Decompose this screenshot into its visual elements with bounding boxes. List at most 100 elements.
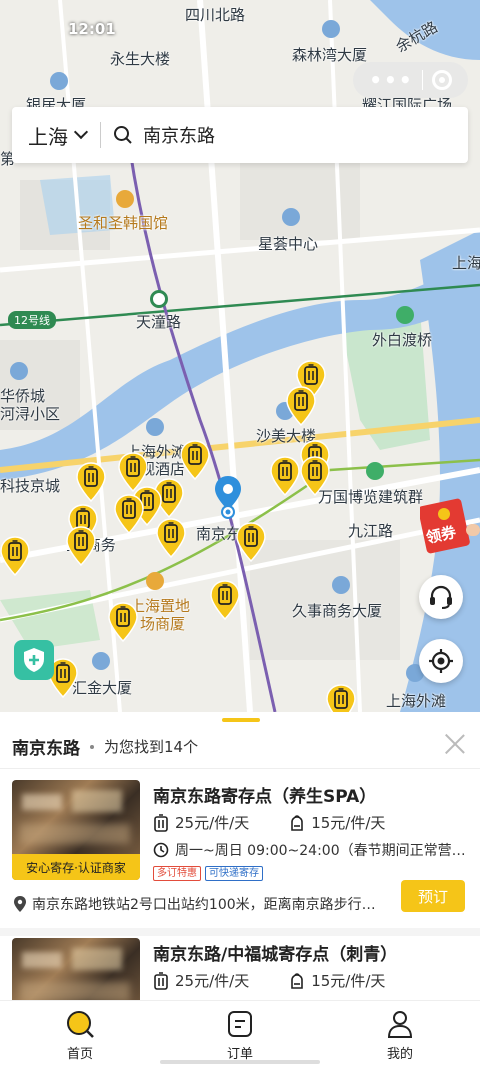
poi-icon (10, 362, 28, 380)
map-view[interactable]: 四川北路 永生大楼 森林湾大厦 余杭路 银居大厦 耀江国际广场 第 圣和圣韩国馆… (0, 0, 480, 712)
storage-pin-icon[interactable] (76, 462, 106, 502)
storage-pin-icon[interactable] (286, 386, 316, 426)
poi-icon (322, 20, 340, 38)
map-label: 圣和圣韩国馆 (78, 214, 169, 232)
chevron-down-icon (73, 124, 89, 140)
storage-pin-icon[interactable] (326, 684, 356, 712)
storage-address: 南京东路地铁站2号口出站约100米，距离南京路步行… (32, 897, 376, 913)
results-sheet[interactable]: 南京东路 为您找到14个 安心寄存·认证商家 南京东路寄存点（养生SPA） 25… (0, 712, 480, 1002)
location-marker-icon (213, 474, 243, 520)
map-label: 外白渡桥 (372, 331, 433, 349)
tab-orders[interactable]: 订单 (160, 1001, 320, 1066)
metro-station-icon (150, 290, 168, 308)
storage-pin-icon[interactable] (108, 602, 138, 642)
results-count: 为您找到14个 (104, 738, 199, 756)
close-icon[interactable] (444, 732, 466, 754)
locate-button[interactable] (419, 639, 463, 683)
backpack-icon (291, 814, 304, 831)
storage-title: 南京东路/中福城寄存点（刺青） (153, 945, 398, 965)
customer-service-button[interactable] (419, 575, 463, 619)
map-label: 南京东 (196, 525, 242, 543)
poi-icon (396, 306, 414, 324)
clock-icon (153, 842, 169, 858)
large-bag-price: 25元/件/天 (175, 814, 250, 832)
storage-thumbnail (12, 938, 140, 1002)
suitcase-icon (154, 971, 168, 990)
opening-hours: 周一~周日 09:00~24:00（春节期间正常营… (175, 843, 466, 859)
map-label: 科技京城 (0, 477, 61, 495)
tab-label: 我的 (386, 1047, 413, 1062)
map-label: 星荟中心 (258, 235, 319, 253)
storage-pin-icon[interactable] (180, 440, 210, 480)
map-label: 四川北路 (185, 6, 246, 24)
hours-row: 周一~周日 09:00~24:00（春节期间正常营… (153, 840, 475, 860)
verified-badge: 安心寄存·认证商家 (12, 854, 140, 880)
profile-icon (387, 1011, 413, 1038)
headset-icon (430, 585, 452, 609)
map-label: 永生大楼 (110, 50, 171, 68)
map-label: 上海外滩 (386, 692, 447, 710)
storage-card[interactable]: 南京东路/中福城寄存点（刺青） 25元/件/天 15元/件/天 (0, 938, 480, 1002)
map-label: 河浔小区 (0, 405, 61, 423)
coupon-button[interactable]: 领券 (418, 498, 480, 554)
map-label: 久事商务大厦 (292, 602, 383, 620)
capsule-divider (422, 70, 424, 90)
poi-icon (146, 572, 164, 590)
results-place: 南京东路 (12, 739, 80, 759)
more-icon[interactable]: ••• (369, 68, 413, 92)
large-bag-price: 25元/件/天 (175, 972, 250, 990)
search-divider (100, 122, 101, 148)
sheet-handle[interactable] (222, 718, 260, 722)
city-label: 上海 (28, 124, 68, 149)
close-miniprogram-icon[interactable] (431, 70, 452, 90)
poi-icon (366, 462, 384, 480)
storage-pin-icon[interactable] (156, 518, 186, 558)
storage-title: 南京东路寄存点（养生SPA） (153, 787, 377, 807)
card-separator (0, 928, 480, 936)
home-indicator (160, 1060, 320, 1064)
storage-pin-icon[interactable] (66, 526, 96, 566)
price-row: 25元/件/天 15元/件/天 (153, 970, 425, 991)
book-button[interactable]: 预订 (401, 880, 465, 912)
poi-icon (282, 208, 300, 226)
metro-line-label: 12号线 (8, 311, 56, 329)
search-bar[interactable]: 上海 南京东路 (12, 107, 468, 163)
map-label: 汇金大厦 (72, 679, 133, 697)
poi-icon (50, 72, 68, 90)
poi-icon (92, 652, 110, 670)
home-search-icon (67, 1011, 94, 1038)
tab-home[interactable]: 首页 (0, 1001, 160, 1066)
results-header: 南京东路 为您找到14个 (12, 734, 468, 759)
shield-plus-icon (24, 648, 44, 672)
tab-label: 首页 (66, 1047, 93, 1062)
express-tag: 可快递寄存 (205, 866, 263, 881)
city-selector[interactable]: 上海 (12, 121, 89, 150)
poi-icon (146, 418, 164, 436)
price-row: 25元/件/天 15元/件/天 (153, 812, 425, 833)
storage-pin-icon[interactable] (300, 456, 330, 496)
order-icon (228, 1011, 252, 1037)
map-label: 上海悦 (452, 254, 480, 272)
bullet-dot (90, 744, 94, 749)
bottom-tab-bar: 首页 订单 我的 (0, 1000, 480, 1066)
backpack-icon (291, 972, 304, 989)
map-label: 万国博览建筑群 (318, 488, 424, 506)
storage-card[interactable]: 安心寄存·认证商家 南京东路寄存点（养生SPA） 25元/件/天 15元/件/天… (0, 780, 480, 922)
map-label: 场商厦 (140, 615, 186, 633)
storage-pin-icon[interactable] (114, 494, 144, 534)
storage-pin-icon[interactable] (270, 456, 300, 496)
suitcase-icon (154, 813, 168, 832)
storage-pin-icon[interactable] (210, 580, 240, 620)
small-bag-price: 15元/件/天 (311, 972, 386, 990)
storage-pin-icon[interactable] (0, 536, 30, 576)
safety-shield-button[interactable] (14, 640, 54, 680)
map-label: 九江路 (348, 522, 394, 540)
discount-tag: 多订特惠 (153, 866, 201, 881)
miniprogram-capsule[interactable]: ••• (353, 62, 468, 98)
crosshair-icon (429, 649, 453, 673)
tab-profile[interactable]: 我的 (320, 1001, 480, 1066)
search-input[interactable]: 南京东路 (143, 122, 215, 148)
map-label: 天潼路 (136, 313, 182, 331)
search-icon (113, 125, 133, 145)
storage-pin-icon[interactable] (236, 522, 266, 562)
